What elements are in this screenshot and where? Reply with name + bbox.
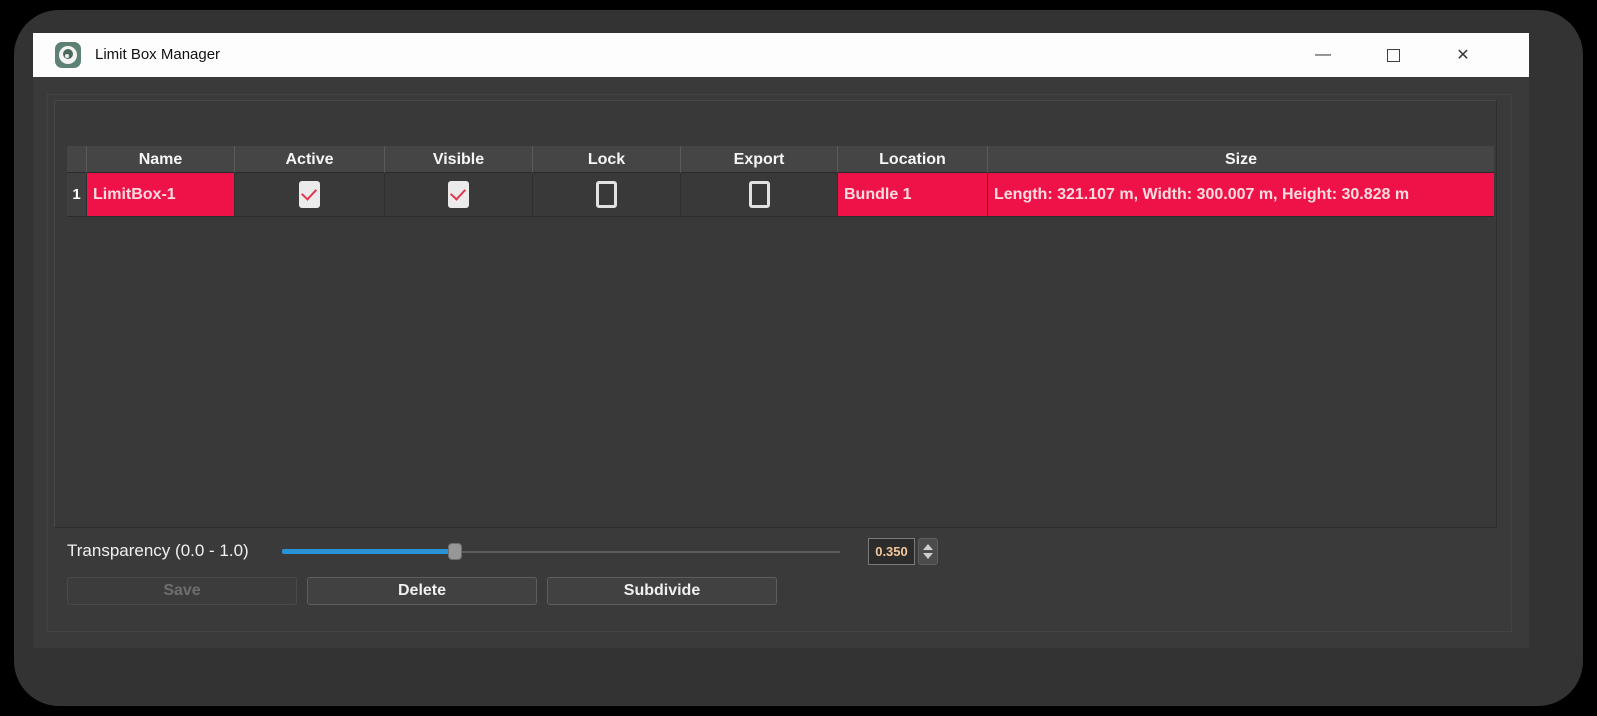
active-checkbox[interactable] [299,181,320,208]
visible-checkbox[interactable] [448,181,469,208]
cell-visible[interactable] [385,173,533,216]
row-number[interactable]: 1 [67,173,87,216]
cell-active[interactable] [235,173,385,216]
action-button-row: Save Delete Subdivide [67,577,777,605]
cell-location[interactable]: Bundle 1 [838,173,988,216]
app-icon [55,42,81,68]
subdivide-button[interactable]: Subdivide [547,577,777,605]
table-header-row: Name Active Visible Lock Export Location… [67,146,1494,173]
save-button[interactable]: Save [67,577,297,605]
slider-fill [282,549,455,554]
slider-handle[interactable] [448,543,462,560]
title-bar[interactable]: Limit Box Manager — ✕ [33,33,1529,77]
maximize-icon [1387,49,1400,62]
column-header-export[interactable]: Export [681,146,838,173]
limit-box-table: Name Active Visible Lock Export Location… [67,146,1494,217]
transparency-spinbox: 0.350 [868,537,938,566]
cell-export[interactable] [681,173,838,216]
dialog-body: Name Active Visible Lock Export Location… [33,77,1529,648]
row-header-corner [67,146,87,173]
minimize-button[interactable]: — [1288,33,1358,77]
column-header-lock[interactable]: Lock [533,146,681,173]
window-shadow-panel: Limit Box Manager — ✕ Name Active Visibl… [14,10,1583,706]
limit-box-manager-window: Limit Box Manager — ✕ Name Active Visibl… [33,33,1529,648]
window-controls: — ✕ [1288,33,1498,77]
spinbox-arrows[interactable] [918,538,938,565]
column-header-size[interactable]: Size [988,146,1494,173]
close-button[interactable]: ✕ [1428,33,1498,77]
cell-size[interactable]: Length: 321.107 m, Width: 300.007 m, Hei… [988,173,1494,216]
cell-name[interactable]: LimitBox-1 [87,173,235,216]
export-checkbox[interactable] [749,181,770,208]
spinbox-value[interactable]: 0.350 [868,538,915,565]
column-header-visible[interactable]: Visible [385,146,533,173]
cell-lock[interactable] [533,173,681,216]
lock-checkbox[interactable] [596,181,617,208]
column-header-location[interactable]: Location [838,146,988,173]
spin-up-icon[interactable] [923,544,933,550]
window-title: Limit Box Manager [95,33,220,77]
transparency-label: Transparency (0.0 - 1.0) [67,539,249,563]
maximize-button[interactable] [1358,33,1428,77]
column-header-active[interactable]: Active [235,146,385,173]
delete-button[interactable]: Delete [307,577,537,605]
table-row[interactable]: 1 LimitBox-1 Bundle 1 Length: [67,173,1494,217]
transparency-slider[interactable] [282,543,840,560]
column-header-name[interactable]: Name [87,146,235,173]
spin-down-icon[interactable] [923,553,933,559]
